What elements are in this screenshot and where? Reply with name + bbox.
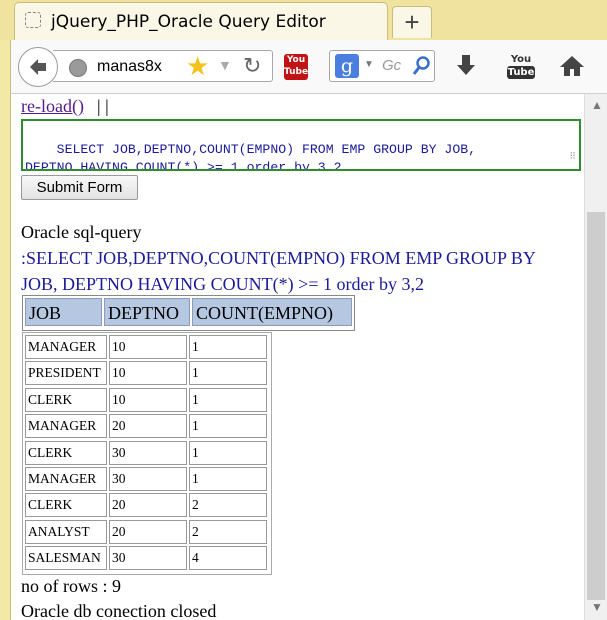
home-icon[interactable] [559, 54, 585, 78]
search-input[interactable]: Gc [382, 57, 401, 74]
link-separator: | | [97, 96, 109, 116]
table-cell: 1 [189, 335, 267, 359]
vertical-scrollbar[interactable]: ▲ ▼ [584, 94, 607, 620]
resize-grip-icon[interactable]: ⠿ [569, 148, 576, 166]
youtube-addon-label: You Tube [284, 55, 309, 77]
bookmark-star-icon[interactable]: ★ [186, 52, 209, 80]
table-cell: 10 [109, 387, 187, 412]
table-row: CLERK 20 2 [23, 493, 271, 519]
back-button[interactable] [18, 47, 58, 87]
youtube-addon-icon[interactable]: You Tube [284, 54, 308, 80]
youtube-icon-top: You [510, 54, 532, 65]
header-job: JOB [25, 298, 102, 326]
magnifier-icon[interactable] [412, 55, 432, 77]
page-favicon-icon [25, 12, 41, 28]
new-tab-button[interactable]: + [392, 6, 432, 38]
table-cell: 20 [109, 414, 187, 439]
url-text[interactable]: manas8x [97, 58, 185, 76]
table-cell: 1 [189, 440, 267, 465]
active-tab[interactable]: jQuery_PHP_Oracle Query Editor [14, 2, 388, 40]
table-cell: 10 [109, 335, 187, 359]
query-textarea[interactable]: SELECT JOB,DEPTNO,COUNT(EMPNO) FROM EMP … [21, 119, 581, 171]
table-cell: 4 [189, 546, 267, 571]
sql-heading: Oracle sql-query [21, 222, 142, 242]
scrollbar-thumb[interactable] [587, 212, 605, 600]
connection-status: Oracle db conection closed [21, 601, 217, 620]
table-row: MANAGER 10 1 [23, 335, 271, 361]
table-cell: PRESIDENT [25, 361, 107, 386]
globe-icon [69, 59, 87, 77]
table-row: MANAGER 20 1 [23, 414, 271, 440]
scroll-up-arrow-icon[interactable]: ▲ [591, 98, 603, 112]
google-search-engine-icon[interactable]: g [335, 54, 359, 78]
search-engine-dropdown-icon[interactable]: ▼ [364, 59, 374, 70]
header-deptno: DEPTNO [104, 298, 190, 326]
table-row: ANALYST 20 2 [23, 519, 271, 546]
table-cell: 2 [189, 493, 267, 518]
navigation-toolbar: manas8x ★ ▼ ↻ You Tube g ▼ Gc You Tube [10, 40, 607, 94]
table-cell: MANAGER [25, 414, 107, 439]
table-row: PRESIDENT 10 1 [23, 361, 271, 387]
table-cell: CLERK [25, 440, 107, 465]
address-bar[interactable]: manas8x ★ ▼ ↻ [53, 50, 273, 82]
header-count: COUNT(EMPNO) [192, 298, 352, 326]
table-cell: 30 [109, 440, 187, 465]
back-arrow-icon [30, 59, 46, 75]
result-data-table: MANAGER 10 1 PRESIDENT 10 1 CLERK 10 1 MANAGER 20 1… [22, 332, 272, 575]
history-dropdown-icon[interactable]: ▼ [218, 57, 232, 73]
tab-title: jQuery_PHP_Oracle Query Editor [51, 12, 326, 32]
sql-echo: :SELECT JOB,DEPTNO,COUNT(EMPNO) FROM EMP… [21, 248, 536, 294]
table-cell: CLERK [25, 493, 107, 518]
table-cell: 20 [109, 519, 187, 544]
youtube-icon[interactable]: You Tube [507, 53, 535, 81]
youtube-icon-bottom: Tube [507, 66, 535, 79]
table-cell: 1 [189, 467, 267, 491]
table-cell: CLERK [25, 387, 107, 412]
download-icon[interactable] [455, 54, 477, 78]
table-cell: MANAGER [25, 467, 107, 491]
table-cell: MANAGER [25, 335, 107, 359]
search-bar[interactable]: g ▼ Gc [329, 50, 435, 82]
query-text[interactable]: SELECT JOB,DEPTNO,COUNT(EMPNO) FROM EMP … [25, 142, 476, 169]
submit-form-button[interactable]: Submit Form [21, 175, 138, 200]
tab-strip: jQuery_PHP_Oracle Query Editor + [0, 0, 607, 40]
table-cell: 30 [109, 546, 187, 571]
table-cell: 1 [189, 414, 267, 439]
scroll-down-arrow-icon[interactable]: ▼ [591, 600, 603, 614]
table-cell: SALESMAN [25, 546, 107, 571]
table-cell: 1 [189, 361, 267, 386]
table-cell: 10 [109, 361, 187, 386]
table-row: MANAGER 30 1 [23, 467, 271, 493]
table-cell: ANALYST [25, 519, 107, 544]
result-header-table: JOB DEPTNO COUNT(EMPNO) [22, 295, 355, 331]
table-cell: 20 [109, 493, 187, 518]
table-row: SALESMAN 30 4 [23, 546, 271, 572]
reload-icon[interactable]: ↻ [243, 52, 261, 80]
table-row: CLERK 30 1 [23, 440, 271, 467]
table-row: CLERK 10 1 [23, 387, 271, 414]
page-content: re-load() | | SELECT JOB,DEPTNO,COUNT(EM… [10, 94, 584, 620]
reload-link[interactable]: re-load() [21, 96, 84, 117]
row-count: no of rows : 9 [21, 576, 121, 596]
table-cell: 1 [189, 387, 267, 412]
table-cell: 30 [109, 467, 187, 491]
table-cell: 2 [189, 519, 267, 544]
